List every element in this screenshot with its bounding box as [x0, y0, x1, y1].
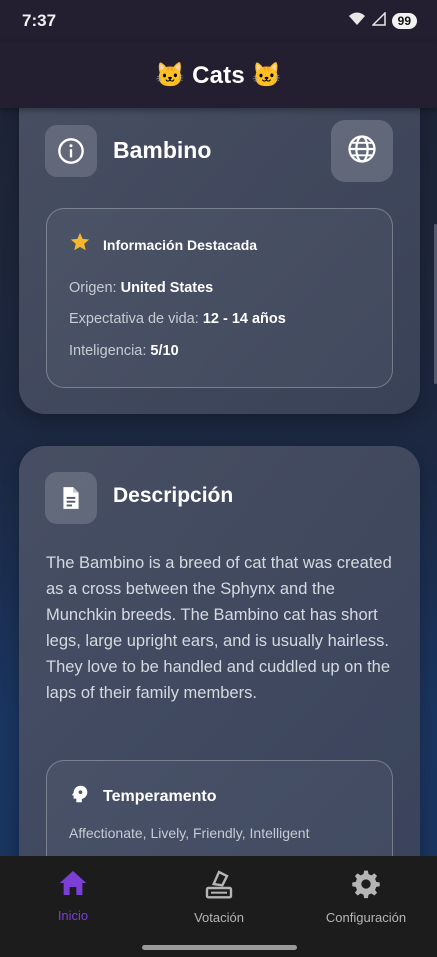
vote-icon: [203, 868, 235, 905]
nav-label-inicio: Inicio: [57, 908, 89, 923]
content-scroll-area[interactable]: Bambino Información Destacada Origen: Un…: [0, 108, 437, 856]
description-text: The Bambino is a breed of cat that was c…: [46, 554, 392, 702]
temperament-panel: Temperamento Affectionate, Lively, Frien…: [46, 760, 393, 856]
home-icon: [57, 868, 89, 903]
origin-label: Origen:: [69, 280, 117, 296]
nav-item-inicio[interactable]: Inicio: [0, 868, 146, 923]
description-card: Descripción The Bambino is a breed of ca…: [19, 446, 420, 856]
life-span-row: Expectativa de vida: 12 - 14 años: [69, 311, 286, 327]
life-span-value: 12 - 14 años: [202, 311, 286, 327]
gear-icon: [350, 868, 382, 905]
highlight-title: Información Destacada: [103, 236, 258, 253]
intelligence-label: Inteligencia:: [69, 343, 147, 359]
highlight-panel: Información Destacada Origen: United Sta…: [46, 208, 393, 388]
bottom-navigation: Inicio Votación Configuración: [0, 856, 437, 957]
battery-level: 99: [397, 14, 411, 28]
star-icon: [69, 231, 91, 258]
status-bar: 7:37 99: [0, 0, 437, 42]
nav-label-configuracion: Configuración: [325, 910, 407, 925]
intelligence-row: Inteligencia: 5/10: [69, 343, 179, 359]
document-icon: [45, 472, 97, 524]
highlight-header: Información Destacada: [69, 231, 257, 258]
temperament-header: Temperamento: [69, 783, 217, 810]
app-title: 🐱 Cats 🐱: [155, 61, 282, 89]
breed-name: Bambino: [113, 137, 212, 163]
home-indicator[interactable]: [142, 945, 297, 950]
origin-row: Origen: United States: [69, 280, 213, 296]
temperament-title: Temperamento: [103, 787, 217, 805]
status-time: 7:37: [22, 11, 57, 30]
description-title: Descripción: [113, 484, 234, 507]
wifi-icon: [348, 12, 366, 31]
temperament-value: Affectionate, Lively, Friendly, Intellig…: [69, 825, 310, 841]
app-bar: 🐱 Cats 🐱: [0, 42, 437, 108]
info-icon: [45, 125, 97, 177]
psychology-icon: [69, 783, 91, 810]
signal-icon: [370, 10, 386, 31]
nav-item-votacion[interactable]: Votación: [146, 868, 292, 925]
life-span-label: Expectativa de vida:: [69, 311, 199, 327]
status-icons: 99: [348, 10, 417, 31]
nav-label-votacion: Votación: [194, 910, 244, 925]
website-button[interactable]: [331, 120, 393, 182]
nav-item-configuracion[interactable]: Configuración: [293, 868, 437, 925]
breed-card: Bambino Información Destacada Origen: Un…: [19, 108, 420, 414]
origin-value: United States: [120, 280, 214, 296]
battery-indicator: 99: [391, 13, 417, 29]
globe-icon: [347, 134, 377, 169]
intelligence-value: 5/10: [150, 343, 179, 359]
